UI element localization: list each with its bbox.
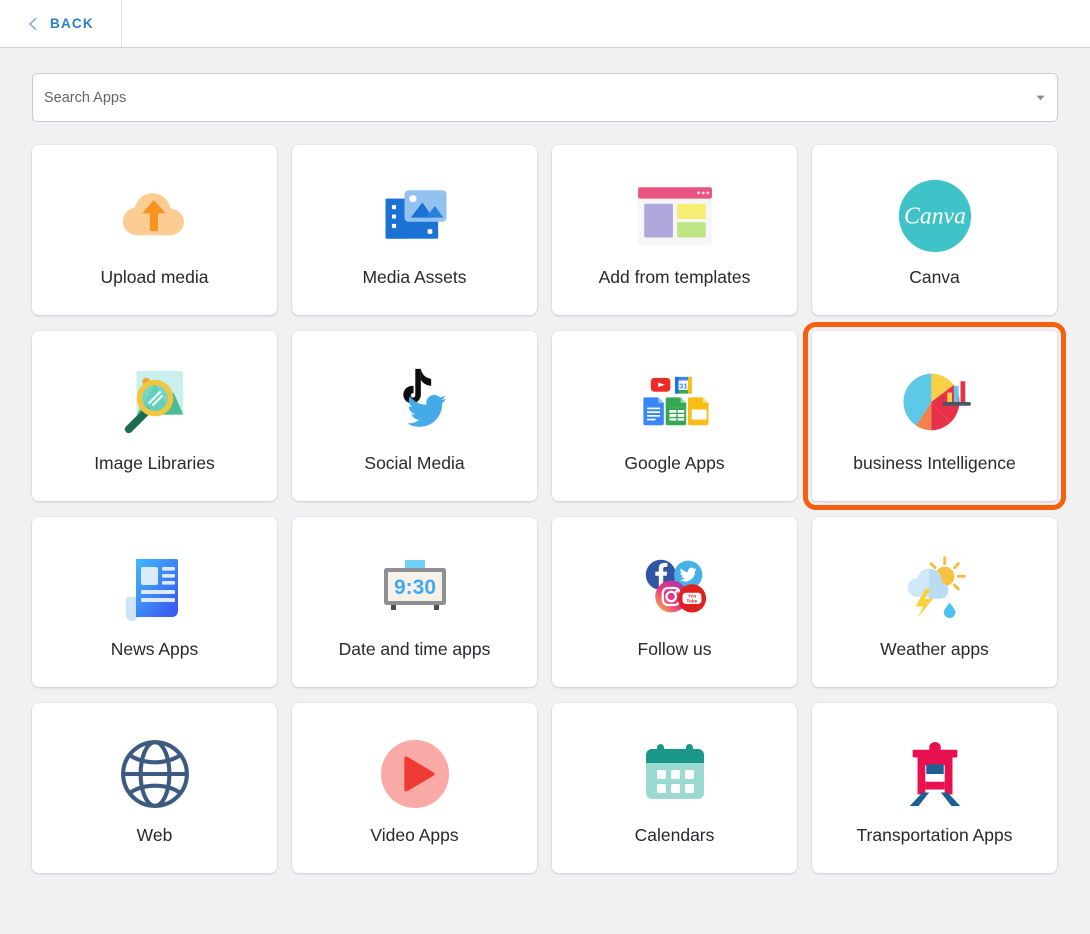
tile-follow-us[interactable]: You Tube Follow us [552, 517, 797, 687]
tile-business-intelligence[interactable]: business Intelligence [812, 331, 1057, 501]
tile-label: Upload media [101, 268, 209, 287]
google-sheets-icon [665, 397, 685, 425]
tile-label: News Apps [111, 640, 199, 659]
tile-date-and-time-apps[interactable]: 9:30 Date and time apps [292, 517, 537, 687]
digital-clock-icon: 9:30 [292, 545, 537, 631]
calendar-icon [552, 731, 797, 817]
tile-add-from-templates[interactable]: Add from templates [552, 145, 797, 315]
google-apps-icon: 31 [552, 359, 797, 445]
tile-calendars[interactable]: Calendars [552, 703, 797, 873]
tile-image-libraries[interactable]: Image Libraries [32, 331, 277, 501]
tile-label: Social Media [364, 454, 464, 473]
media-filmstrip-icon [292, 173, 537, 259]
pie-bar-chart-icon [812, 359, 1057, 445]
google-calendar-icon: 31 [675, 377, 692, 394]
tile-web[interactable]: Web [32, 703, 277, 873]
google-slides-icon [688, 397, 708, 425]
search-input[interactable] [33, 74, 1023, 121]
tile-label: Web [137, 826, 173, 845]
tile-label: Date and time apps [339, 640, 491, 659]
tile-upload-media[interactable]: Upload media [32, 145, 277, 315]
tiktok-note [403, 369, 431, 404]
chevron-left-icon [26, 17, 40, 31]
tile-label: Canva [909, 268, 960, 287]
back-button-label: BACK [50, 16, 94, 31]
tiktok-twitter-icon [292, 359, 537, 445]
globe-icon [32, 731, 277, 817]
tile-news-apps[interactable]: News Apps [32, 517, 277, 687]
youtube-badge: You Tube [677, 584, 705, 612]
google-docs-icon [643, 397, 663, 425]
back-button[interactable]: BACK [0, 0, 122, 47]
template-window-icon [552, 173, 797, 259]
tile-label: Transportation Apps [857, 826, 1013, 845]
svg-text:Tube: Tube [686, 599, 697, 604]
search-apps-field[interactable] [32, 73, 1058, 122]
tile-canva[interactable]: Canva Canva [812, 145, 1057, 315]
tile-weather-apps[interactable]: Weather apps [812, 517, 1057, 687]
twitter-bird [407, 395, 446, 427]
tile-media-assets[interactable]: Media Assets [292, 145, 537, 315]
tile-label: Calendars [635, 826, 715, 845]
tile-social-media[interactable]: Social Media [292, 331, 537, 501]
image-search-icon [32, 359, 277, 445]
play-circle-icon [292, 731, 537, 817]
newspaper-icon [32, 545, 277, 631]
svg-text:31: 31 [679, 381, 687, 390]
svg-text:Canva: Canva [903, 203, 965, 229]
social-badges-icon: You Tube [552, 545, 797, 631]
sun-cloud-storm-icon [812, 545, 1057, 631]
tile-transportation-apps[interactable]: Transportation Apps [812, 703, 1057, 873]
tile-label: Weather apps [880, 640, 989, 659]
clock-time-text: 9:30 [393, 576, 435, 599]
tile-label: business Intelligence [853, 454, 1015, 473]
chevron-down-icon[interactable] [1023, 74, 1057, 121]
cloud-upload-icon [32, 173, 277, 259]
tile-label: Google Apps [624, 454, 724, 473]
canva-logo-icon: Canva [812, 173, 1057, 259]
tile-video-apps[interactable]: Video Apps [292, 703, 537, 873]
tile-label: Media Assets [362, 268, 466, 287]
tile-label: Follow us [638, 640, 712, 659]
content-area: Upload media [0, 48, 1090, 934]
top-bar: BACK [0, 0, 1090, 48]
train-icon [812, 731, 1057, 817]
app-picker-screen: BACK U [0, 0, 1090, 934]
tile-google-apps[interactable]: 31 [552, 331, 797, 501]
youtube-icon [650, 378, 670, 392]
tile-label: Add from templates [599, 268, 751, 287]
tile-label: Video Apps [370, 826, 458, 845]
apps-grid: Upload media [32, 145, 1058, 873]
tile-label: Image Libraries [94, 454, 215, 473]
